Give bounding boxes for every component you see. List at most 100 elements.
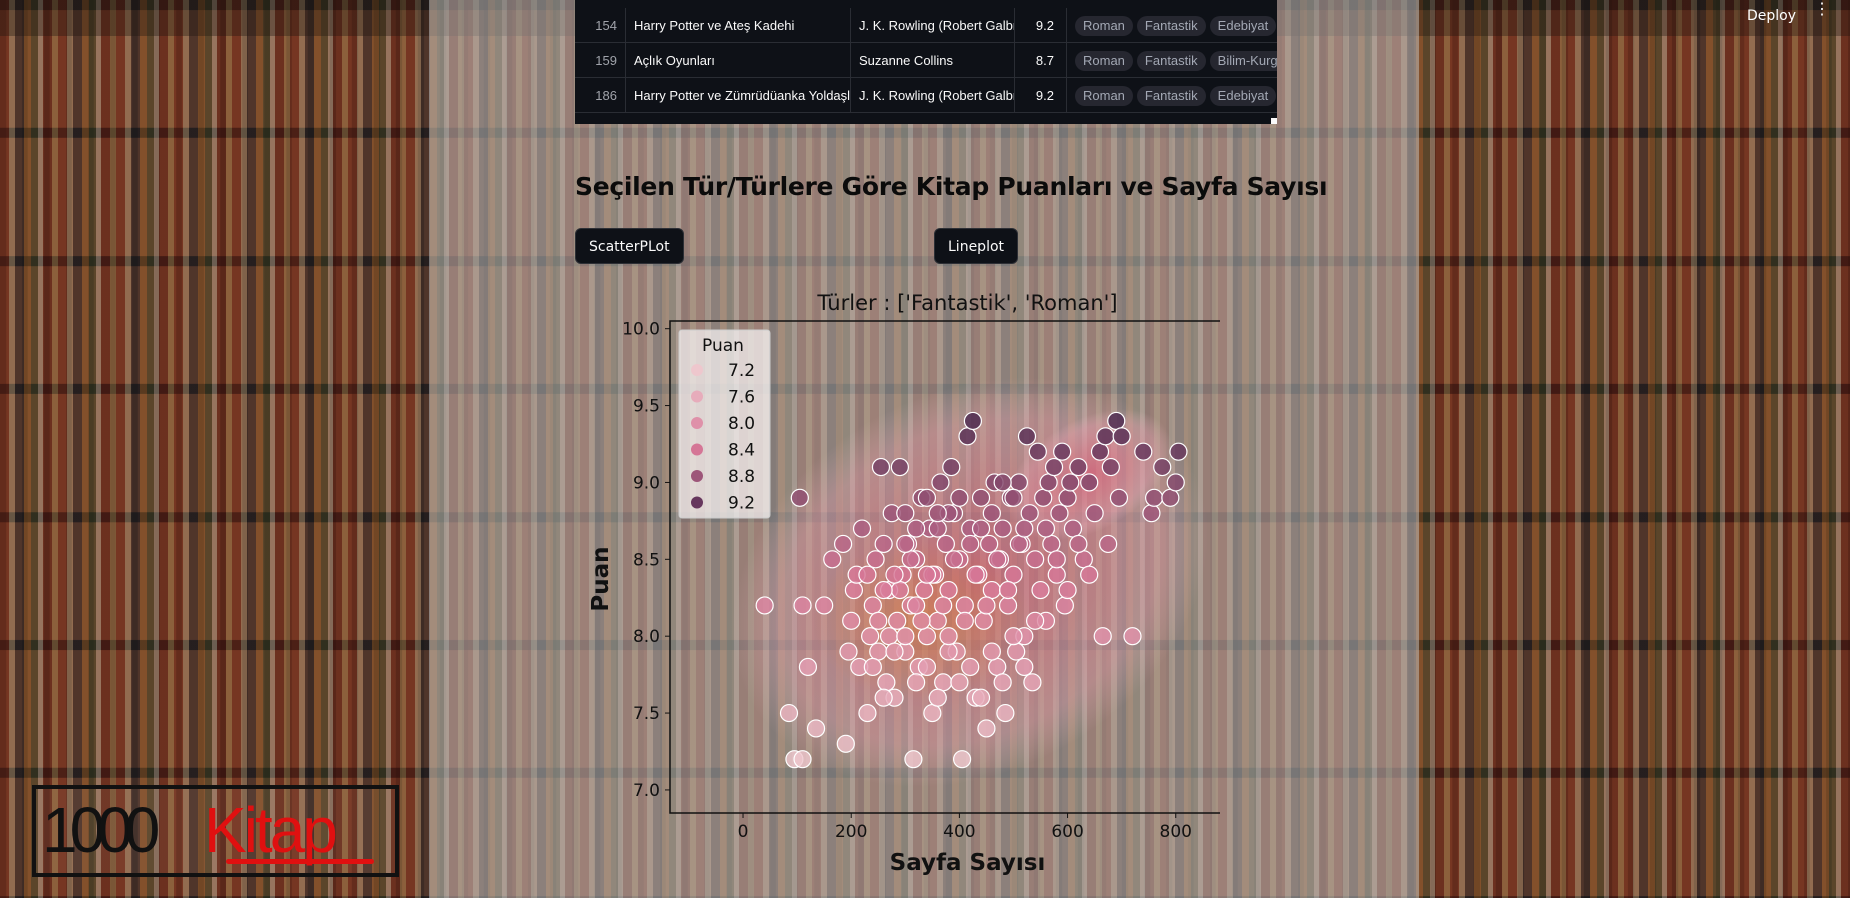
y-axis-label: Puan [588,546,614,611]
data-point [1109,488,1129,507]
data-point [1107,411,1126,431]
data-point [779,703,799,723]
chart-title: Türler : ['Fantastik', 'Roman'] [816,291,1117,315]
data-point [901,550,920,569]
table-resize-handle[interactable] [1271,118,1277,124]
row-author: J. K. Rowling (Robert Galbr [851,78,1015,113]
logo-underline [226,859,374,864]
data-point [936,534,955,554]
legend-label: 7.2 [728,361,755,381]
data-point [907,673,926,692]
data-point [1080,473,1099,492]
row-id: 186 [575,78,626,113]
lineplot-button[interactable]: Lineplot [934,228,1019,264]
data-point [1090,442,1110,461]
data-point [866,550,885,569]
data-point [879,627,899,646]
row-title: Açlık Oyunları [626,43,851,78]
data-point [1145,488,1164,507]
data-point [885,565,904,584]
x-tick-label: 800 [1160,822,1192,842]
data-point [955,611,974,630]
kebab-menu-icon[interactable]: ⋮ [1814,2,1830,18]
data-point [877,673,896,692]
data-point [888,611,907,630]
data-point [996,703,1015,723]
data-point [939,627,958,646]
data-point [955,596,974,615]
data-point [1093,627,1112,646]
data-point [993,473,1012,492]
data-point [1058,488,1077,507]
data-point [1169,442,1188,461]
books-table[interactable]: 154 Harry Potter ve Ateş Kadehi J. K. Rowl… [575,0,1277,124]
data-point [836,734,855,753]
data-point [1023,673,1042,692]
data-point [1053,442,1072,461]
row-title: Harry Potter ve Ateş Kadehi [626,8,851,43]
data-point [904,750,923,769]
data-point [861,627,880,646]
deploy-button[interactable]: Deploy [1747,8,1796,24]
scatter-chart: 0 200 400 600 800 7.0 7.5 8.0 8.5 9.0 9.5 10.0 Türle… [560,280,1266,898]
data-point [1161,488,1180,507]
data-point [977,719,996,738]
data-point [1031,580,1050,600]
x-tick-label: 200 [835,822,867,842]
data-point [1069,457,1088,477]
data-point [1050,504,1069,523]
data-point [871,457,891,477]
data-point [874,534,893,554]
data-point [1042,534,1061,554]
table-row[interactable]: 186 Harry Potter ve Zümrüdüanka Yoldaşl J.… [575,78,1277,113]
data-point [793,750,812,769]
table-row[interactable]: 159 Açlık Oyunları Suzanne Collins 8.7 Roman… [575,43,1277,78]
data-point [874,688,893,707]
row-tags: Roman Fantastik Bilim-Kurg [1067,43,1277,78]
data-point [1044,457,1064,477]
genre-tag: Roman [1075,86,1133,106]
scatterplot-button[interactable]: ScatterPLot [575,228,684,264]
legend-marker [691,417,703,429]
data-point [1004,488,1023,507]
y-tick-label: 8.5 [633,550,660,570]
data-point [958,427,977,446]
data-point [869,611,888,630]
data-point [793,596,812,615]
data-point [885,642,904,661]
data-point [998,580,1018,600]
x-axis-label: Sayfa Sayısı [890,850,1046,876]
genre-tag: Edebiyat [1209,86,1277,106]
legend-marker [691,443,703,456]
row-score: 8.7 [1015,43,1067,78]
data-point [1034,488,1053,507]
genre-tag: Roman [1075,16,1133,36]
data-point [988,657,1007,677]
data-point [993,519,1012,538]
genre-tag: Bilim-Kurg [1209,51,1277,71]
legend-label: 8.0 [728,414,755,434]
legend-marker [691,470,703,482]
data-point [1047,565,1066,584]
data-point [952,750,972,769]
table-row[interactable]: 154 Harry Potter ve Ateş Kadehi J. K. Rowl… [575,8,1277,43]
data-point [1101,457,1120,477]
data-point [961,657,980,677]
y-tick-label: 8.0 [633,627,660,647]
data-point [974,611,993,630]
data-point [1047,550,1066,569]
data-point [1112,427,1131,446]
data-point [896,504,915,523]
data-point [917,488,937,507]
data-point [1026,550,1045,569]
data-point [1080,565,1099,584]
data-point [928,519,947,538]
data-point [977,596,996,615]
data-point [1028,442,1047,461]
data-point [1017,427,1037,446]
legend-marker [691,496,703,509]
genre-tag: Fantastik [1136,86,1206,106]
data-point [923,703,942,723]
genre-tag: Fantastik [1136,16,1206,36]
data-point [863,657,882,677]
